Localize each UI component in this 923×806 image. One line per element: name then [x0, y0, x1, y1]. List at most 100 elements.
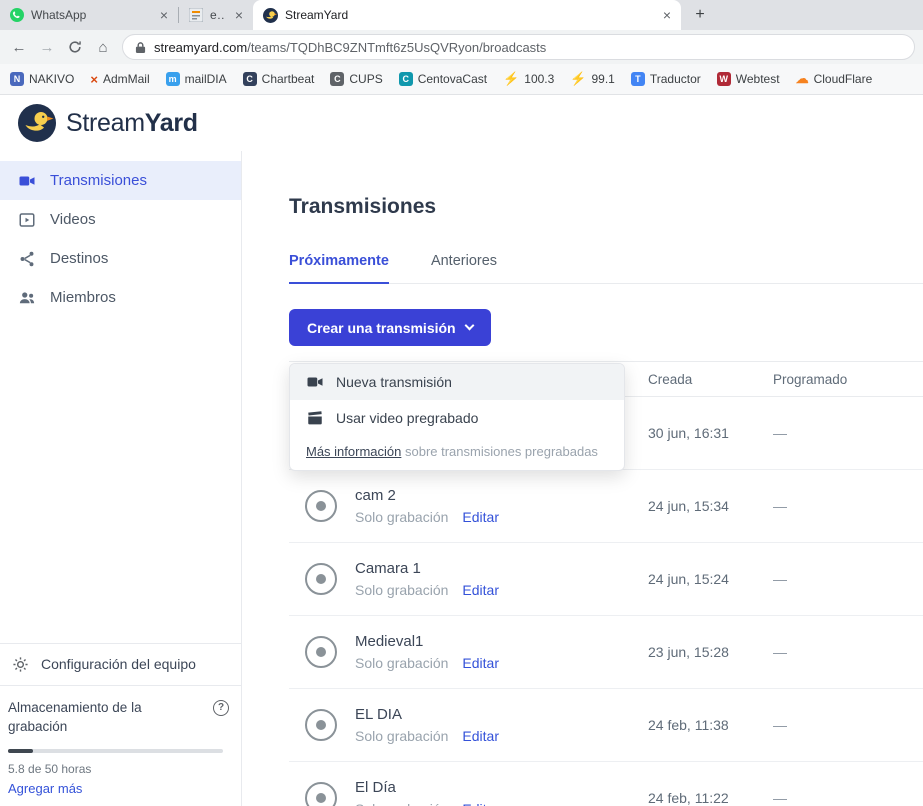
close-icon[interactable]: × — [158, 8, 170, 22]
add-more-link[interactable]: Agregar más — [8, 781, 229, 796]
address-bar[interactable]: streamyard.com/teams/TQDhBC9ZNTmft6z5UsQ… — [122, 34, 915, 60]
home-icon[interactable]: ⌂ — [90, 34, 116, 60]
storage-progress-bar — [8, 749, 223, 753]
lightning-icon: ⚡ — [570, 72, 586, 86]
dropdown-info-text: Más información sobre transmisiones preg… — [290, 436, 624, 470]
bookmark-100-3[interactable]: ⚡100.3 — [503, 72, 554, 86]
create-broadcast-button[interactable]: Crear una transmisión — [289, 309, 491, 346]
reload-icon[interactable] — [62, 34, 88, 60]
tab-proximamente[interactable]: Próximamente — [289, 253, 389, 284]
streamyard-duck-icon — [263, 8, 278, 23]
scheduled-cell: — — [773, 425, 923, 441]
lightning-icon: ⚡ — [503, 72, 519, 86]
chevron-down-icon — [464, 321, 474, 331]
record-icon — [305, 490, 337, 522]
scheduled-cell: — — [773, 498, 923, 514]
tab-anteriores[interactable]: Anteriores — [431, 253, 497, 283]
clapperboard-icon — [306, 409, 324, 427]
help-icon[interactable]: ? — [213, 700, 229, 716]
broadcast-title: Medieval1 — [355, 633, 648, 650]
webtest-favicon: W — [717, 72, 731, 86]
browser-window: WhatsApp × editoresweb:sitioweb:eldia.co… — [0, 0, 923, 806]
forward-icon[interactable]: → — [34, 34, 60, 60]
team-settings-label: Configuración del equipo — [41, 656, 196, 672]
broadcast-title: EL DIA — [355, 706, 648, 723]
streamyard-logo-icon — [18, 104, 56, 142]
page-title: Transmisiones — [289, 195, 923, 219]
edit-link[interactable]: Editar — [462, 655, 499, 671]
bookmark-admmail[interactable]: ×AdmMail — [90, 72, 149, 86]
edit-link[interactable]: Editar — [462, 582, 499, 598]
broadcast-subtitle: Solo grabación — [355, 728, 448, 744]
chartbeat-favicon: C — [243, 72, 257, 86]
cups-favicon: C — [330, 72, 344, 86]
sidebar-item-destinos[interactable]: Destinos — [0, 239, 241, 278]
maildia-favicon: m — [166, 72, 180, 86]
video-camera-icon — [18, 172, 36, 190]
menu-item-video-pregrabado[interactable]: Usar video pregrabado — [290, 400, 624, 436]
table-row[interactable]: EL DIA Solo grabación Editar 24 feb, 11:3… — [289, 689, 923, 762]
table-row[interactable]: Camara 1 Solo grabación Editar 24 jun, 15… — [289, 543, 923, 616]
scheduled-cell: — — [773, 790, 923, 806]
record-icon — [305, 782, 337, 806]
browser-toolbar: ← → ⌂ streamyard.com/teams/TQDhBC9ZNTmft… — [0, 30, 923, 64]
traductor-favicon: T — [631, 72, 645, 86]
tab-title: WhatsApp — [31, 8, 151, 22]
close-icon[interactable]: × — [661, 8, 673, 22]
menu-item-nueva-transmision[interactable]: Nueva transmisión — [290, 364, 624, 400]
bookmark-centovacast[interactable]: CCentovaCast — [399, 72, 487, 86]
bookmark-cups[interactable]: CCUPS — [330, 72, 382, 86]
new-tab-button[interactable]: + — [687, 2, 713, 28]
nakivo-favicon: N — [10, 72, 24, 86]
whatsapp-icon — [10, 8, 24, 22]
team-settings-button[interactable]: Configuración del equipo — [0, 643, 241, 685]
created-cell: 24 feb, 11:38 — [648, 717, 773, 733]
sidebar: Transmisiones Videos Destinos Miembros C… — [0, 151, 242, 806]
edit-link[interactable]: Editar — [462, 801, 499, 806]
storage-progress-fill — [8, 749, 33, 753]
bookmark-maildia[interactable]: mmailDIA — [166, 72, 227, 86]
table-row[interactable]: Medieval1 Solo grabaciónEditar 23 jun, 1… — [289, 616, 923, 689]
broadcast-subtitle: Solo grabación — [355, 582, 448, 598]
share-icon — [18, 250, 36, 268]
broadcast-subtitle: Solo grabación — [355, 655, 448, 671]
created-cell: 24 jun, 15:24 — [648, 571, 773, 587]
broadcast-title: cam 2 — [355, 487, 648, 504]
main-content: Transmisiones Próximamente Anteriores Cr… — [242, 151, 923, 806]
sidebar-item-transmisiones[interactable]: Transmisiones — [0, 161, 241, 200]
url-text: streamyard.com/teams/TQDhBC9ZNTmft6z5UsQ… — [154, 40, 546, 55]
people-icon — [18, 289, 36, 307]
bookmark-nakivo[interactable]: NNAKIVO — [10, 72, 74, 86]
cloud-icon: ☁ — [796, 72, 809, 86]
tab-eldia[interactable]: editoresweb:sitioweb:eldia.co × — [179, 0, 253, 30]
app-header: StreamYard — [0, 95, 923, 151]
close-icon[interactable]: × — [233, 8, 245, 22]
video-play-icon — [18, 211, 36, 229]
tab-streamyard[interactable]: StreamYard × — [253, 0, 681, 30]
back-icon[interactable]: ← — [6, 34, 32, 60]
bookmark-cloudflare[interactable]: ☁CloudFlare — [796, 72, 873, 86]
mas-informacion-link[interactable]: Más información — [306, 444, 401, 459]
tab-title: StreamYard — [285, 8, 654, 22]
table-row[interactable]: El Día Solo grabaciónEditar 24 feb, 11:2… — [289, 762, 923, 806]
edit-link[interactable]: Editar — [462, 509, 499, 525]
broadcast-title: Camara 1 — [355, 560, 648, 577]
sidebar-item-videos[interactable]: Videos — [0, 200, 241, 239]
bookmark-chartbeat[interactable]: CChartbeat — [243, 72, 315, 86]
bookmark-webtest[interactable]: WWebtest — [717, 72, 780, 86]
bookmark-99-1[interactable]: ⚡99.1 — [570, 72, 615, 86]
broadcast-subtitle: Solo grabación — [355, 801, 448, 806]
edit-link[interactable]: Editar — [462, 728, 499, 744]
table-row[interactable]: cam 2 Solo grabaciónEditar 24 jun, 15:34… — [289, 470, 923, 543]
broadcast-title: El Día — [355, 779, 648, 796]
record-icon — [305, 709, 337, 741]
gear-icon — [12, 656, 29, 673]
bookmark-traductor[interactable]: TTraductor — [631, 72, 701, 86]
sidebar-item-label: Transmisiones — [50, 172, 147, 189]
sidebar-item-miembros[interactable]: Miembros — [0, 278, 241, 317]
column-header-created: Creada — [648, 372, 773, 387]
site-favicon — [189, 8, 203, 22]
broadcast-tabs: Próximamente Anteriores — [289, 253, 923, 284]
storage-section: Almacenamiento de la grabación ? 5.8 de … — [0, 685, 241, 806]
tab-whatsapp[interactable]: WhatsApp × — [0, 0, 178, 30]
